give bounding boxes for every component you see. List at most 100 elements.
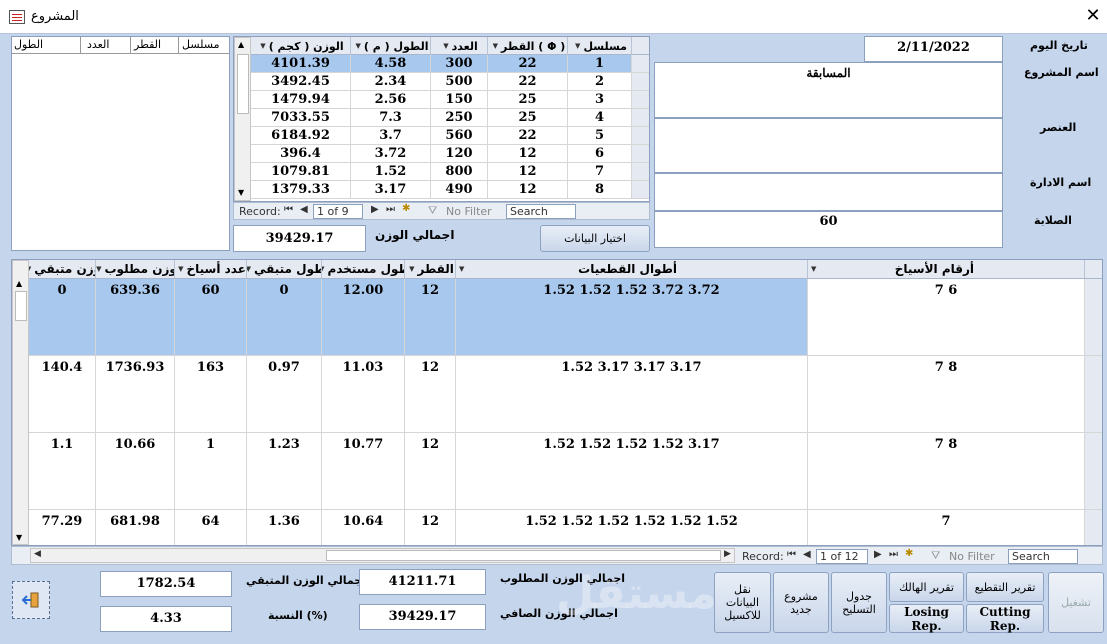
- main-cell-rem-weight[interactable]: 140.4: [29, 356, 96, 432]
- main-cell-diameter[interactable]: 12: [405, 510, 456, 545]
- row-selector[interactable]: [632, 181, 649, 198]
- remaining-weight-field[interactable]: 1782.54: [100, 571, 232, 597]
- top-cell-length[interactable]: 3.72: [351, 145, 431, 162]
- last-record-icon[interactable]: ⏭: [386, 204, 395, 215]
- new-project-button[interactable]: مشروع جديد: [773, 572, 829, 633]
- row-selector[interactable]: [632, 127, 649, 144]
- main-cell-bar-count[interactable]: 64: [175, 510, 247, 545]
- main-cell-req-weight[interactable]: 681.98: [96, 510, 175, 545]
- next-record-icon[interactable]: ▶: [371, 204, 379, 215]
- top-cell-serial[interactable]: 5: [568, 127, 632, 144]
- main-cell-bar-numbers[interactable]: 7 8: [808, 356, 1085, 432]
- scroll-down-icon[interactable]: ▼: [238, 188, 244, 197]
- main-cell-used-length[interactable]: 12.00: [322, 279, 405, 355]
- exit-button[interactable]: [12, 581, 50, 619]
- top-cell-count[interactable]: 800: [431, 163, 488, 180]
- mh-used-length[interactable]: ▼طول مستخدم: [322, 260, 405, 278]
- main-row-selector[interactable]: [1085, 279, 1102, 355]
- top-cell-count[interactable]: 250: [431, 109, 488, 126]
- horizontal-scrollbar[interactable]: ◀ ▶: [30, 548, 735, 563]
- top-cell-diameter[interactable]: 25: [488, 91, 568, 108]
- top-cell-serial[interactable]: 3: [568, 91, 632, 108]
- row-selector[interactable]: [632, 109, 649, 126]
- top-cell-weight[interactable]: 7033.55: [251, 109, 351, 126]
- main-cell-cut-lengths[interactable]: 1.52 3.17 3.17 3.17: [456, 356, 808, 432]
- top-cell-weight[interactable]: 4101.39: [251, 55, 351, 72]
- th-weight[interactable]: ▼ الوزن ( كجم ): [251, 37, 351, 55]
- top-grid-row[interactable]: 396.4 3.72 120 12 6: [251, 145, 649, 163]
- main-prev-record-icon[interactable]: ◀: [803, 549, 811, 560]
- main-cell-diameter[interactable]: 12: [405, 356, 456, 432]
- top-cell-diameter[interactable]: 12: [488, 163, 568, 180]
- main-datasheet[interactable]: ▲ ▼ ▼وزن متبقي ▼وزن مطلوب ▼عدد أسياخ ▼طو…: [11, 259, 1103, 546]
- top-grid-row[interactable]: 1479.94 2.56 150 25 3: [251, 91, 649, 109]
- row-selector[interactable]: [632, 73, 649, 90]
- main-cell-used-length[interactable]: 10.77: [322, 433, 405, 509]
- new-record-icon[interactable]: ✱: [402, 203, 410, 214]
- main-next-record-icon[interactable]: ▶: [874, 549, 882, 560]
- element-field[interactable]: [654, 118, 1003, 173]
- top-cell-weight[interactable]: 1379.33: [251, 181, 351, 198]
- top-cell-count[interactable]: 560: [431, 127, 488, 144]
- top-cell-length[interactable]: 4.58: [351, 55, 431, 72]
- top-grid-row[interactable]: 4101.39 4.58 300 22 1: [251, 55, 649, 73]
- main-grid-row[interactable]: 140.4 1736.93 163 0.97 11.03 12 1.52 3.17 3.17…: [29, 356, 1102, 433]
- top-cell-weight[interactable]: 1479.94: [251, 91, 351, 108]
- top-grid-row[interactable]: 1079.81 1.52 800 12 7: [251, 163, 649, 181]
- main-new-record-icon[interactable]: ✱: [905, 548, 913, 559]
- main-cell-cut-lengths[interactable]: 1.52 1.52 1.52 3.72 3.72: [456, 279, 808, 355]
- search-input[interactable]: Search: [506, 204, 576, 219]
- top-cell-length[interactable]: 1.52: [351, 163, 431, 180]
- scroll-up-icon[interactable]: ▲: [238, 40, 244, 49]
- row-selector[interactable]: [632, 163, 649, 180]
- th-count[interactable]: ▼ العدد: [431, 37, 488, 55]
- cutting-rep-button[interactable]: Cutting Rep.: [966, 604, 1044, 633]
- cutting-report-button[interactable]: تقرير التقطيع: [966, 572, 1044, 602]
- main-cell-diameter[interactable]: 12: [405, 279, 456, 355]
- export-excel-button[interactable]: نقل البيانات للاكسيل: [714, 572, 771, 633]
- main-cell-bar-count[interactable]: 1: [175, 433, 247, 509]
- mh-bar-numbers[interactable]: ▼ أرقام الأسياخ: [808, 260, 1085, 278]
- mh-rem-length[interactable]: ▼طول متبقي: [247, 260, 322, 278]
- ratio-field[interactable]: 4.33: [100, 606, 232, 632]
- main-row-selector[interactable]: [1085, 510, 1102, 545]
- top-cell-count[interactable]: 150: [431, 91, 488, 108]
- select-data-button[interactable]: اختيار البيانات: [540, 225, 650, 252]
- main-grid-row[interactable]: 0 639.36 60 0 12.00 12 1.52 1.52 1.52 3.72 3.7…: [29, 279, 1102, 356]
- hscroll-right-icon[interactable]: ▶: [724, 549, 731, 559]
- top-grid-row[interactable]: 6184.92 3.7 560 22 5: [251, 127, 649, 145]
- top-cell-length[interactable]: 2.34: [351, 73, 431, 90]
- main-cell-bar-count[interactable]: 163: [175, 356, 247, 432]
- mh-rem-weight[interactable]: ▼وزن متبقي: [29, 260, 96, 278]
- main-cell-req-weight[interactable]: 1736.93: [96, 356, 175, 432]
- scroll-thumb[interactable]: [237, 54, 249, 114]
- main-filter-status[interactable]: No Filter: [949, 550, 995, 563]
- top-cell-diameter[interactable]: 25: [488, 109, 568, 126]
- main-last-record-icon[interactable]: ⏭: [889, 549, 898, 560]
- top-grid-row[interactable]: 1379.33 3.17 490 12 8: [251, 181, 649, 199]
- prev-record-icon[interactable]: ◀: [300, 204, 308, 215]
- top-grid-row[interactable]: 3492.45 2.34 500 22 2: [251, 73, 649, 91]
- main-cell-bar-numbers[interactable]: 7 6: [808, 279, 1085, 355]
- main-scroll-down-icon[interactable]: ▼: [16, 533, 22, 542]
- top-cell-serial[interactable]: 6: [568, 145, 632, 162]
- main-cell-rem-weight[interactable]: 1.1: [29, 433, 96, 509]
- main-first-record-icon[interactable]: ⏮: [787, 549, 796, 560]
- th-diameter[interactable]: ▼ القطر ( Φ ): [488, 37, 568, 55]
- mh-bar-count[interactable]: ▼ عدد أسياخ: [175, 260, 247, 278]
- side-list[interactable]: الطول العدد القطر مسلسل: [11, 36, 230, 251]
- losing-report-button[interactable]: Losing Rep.: [889, 604, 964, 633]
- main-cell-cut-lengths[interactable]: 1.52 1.52 1.52 1.52 3.17: [456, 433, 808, 509]
- hardness-field[interactable]: 60: [654, 211, 1003, 248]
- top-datasheet[interactable]: ▲ ▼ ▼ الوزن ( كجم ) ▼ الطول ( م ) ▼ العدد ▼…: [233, 36, 650, 202]
- main-cell-req-weight[interactable]: 639.36: [96, 279, 175, 355]
- top-cell-serial[interactable]: 2: [568, 73, 632, 90]
- main-scroll-up-icon[interactable]: ▲: [16, 279, 22, 288]
- filter-status[interactable]: No Filter: [446, 205, 492, 218]
- run-button[interactable]: تشغيل: [1048, 572, 1104, 633]
- top-cell-weight[interactable]: 3492.45: [251, 73, 351, 90]
- project-name-field[interactable]: المسابقة: [654, 62, 1003, 118]
- top-cell-count[interactable]: 500: [431, 73, 488, 90]
- top-cell-serial[interactable]: 1: [568, 55, 632, 72]
- top-cell-serial[interactable]: 8: [568, 181, 632, 198]
